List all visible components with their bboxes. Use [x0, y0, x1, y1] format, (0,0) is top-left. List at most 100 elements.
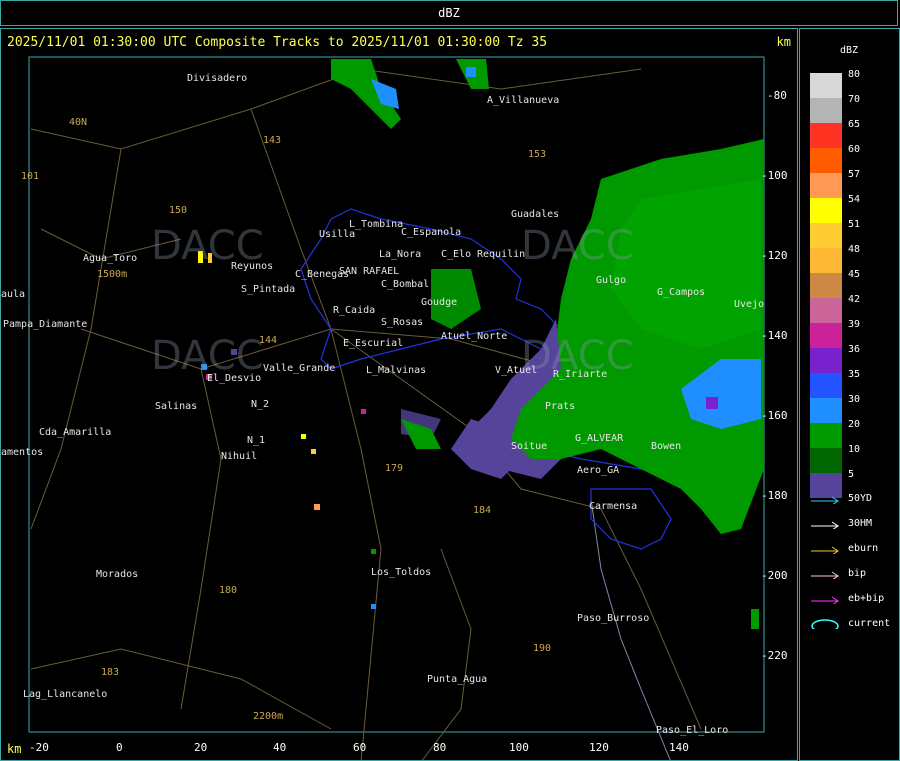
scale-label: 65	[848, 119, 861, 130]
scale-swatch	[810, 173, 842, 198]
scale-label: 20	[848, 419, 861, 430]
scale-swatch	[810, 123, 842, 148]
place-label: La_Nora	[379, 249, 422, 260]
scale-label: 10	[848, 444, 861, 455]
place-label: Divisadero	[187, 73, 248, 84]
place-label: Atuel_Norte	[441, 331, 508, 342]
scale-swatch	[810, 223, 842, 248]
y-tick: -160	[761, 409, 788, 422]
scale-swatch	[810, 373, 842, 398]
scale-swatch	[810, 448, 842, 473]
place-label: S_Pintada	[241, 284, 296, 295]
y-tick: -180	[761, 489, 788, 502]
scale-swatch	[810, 298, 842, 323]
place-label: Requilin	[477, 249, 526, 260]
place-label: Guadales	[511, 209, 560, 220]
place-label: C_Elo	[441, 249, 472, 260]
track-name: 50YD	[848, 493, 873, 504]
place-label: C_Espanola	[401, 227, 462, 238]
scale-swatch	[810, 323, 842, 348]
place-label: G_Campos	[657, 287, 706, 298]
route-label: 180	[219, 585, 238, 596]
place-label: Reyunos	[231, 261, 274, 272]
svg-text:DACC: DACC	[521, 223, 634, 269]
place-label: Carmensa	[589, 501, 638, 512]
place-label: A_Villanueva	[487, 95, 560, 106]
place-label: Bowen	[651, 441, 682, 452]
place-label: Aero_GA	[577, 465, 620, 476]
place-label: aula	[1, 289, 26, 300]
route-label: 184	[473, 505, 492, 516]
place-label: V_Atuel	[495, 365, 538, 376]
y-tick: -120	[761, 249, 788, 262]
track-name: bip	[848, 568, 867, 579]
x-tick: 100	[509, 741, 529, 754]
place-label: R_Caida	[333, 305, 376, 316]
route-label: 1500m	[97, 269, 128, 280]
track-arrow-icon	[811, 571, 839, 579]
radar-map-panel[interactable]: DACC DACC DACC DACC 2025/11/01 01:30:00 …	[0, 28, 798, 761]
route-label: 153	[528, 149, 547, 160]
place-label: Salinas	[155, 401, 198, 412]
scale-label: 35	[848, 369, 861, 380]
scale-swatch	[810, 348, 842, 373]
track-name: eb+bip	[848, 593, 885, 604]
scale-label: 70	[848, 94, 861, 105]
track-name: current	[848, 618, 891, 629]
track-arrow-icon	[811, 546, 839, 554]
route-label: 2200m	[253, 711, 284, 722]
color-scale	[810, 73, 842, 498]
x-tick: 60	[353, 741, 367, 754]
route-label: 144	[259, 335, 278, 346]
scale-label: 57	[848, 169, 861, 180]
route-label: 143	[263, 135, 282, 146]
place-label: Prats	[545, 401, 576, 412]
scale-label: 39	[848, 319, 861, 330]
scale-label: 54	[848, 194, 861, 205]
route-label: 40N	[69, 117, 88, 128]
x-tick: 140	[669, 741, 689, 754]
track-legend-item: 50YD	[810, 493, 872, 504]
scale-swatch	[810, 73, 842, 98]
place-label: Paso_Burroso	[577, 613, 650, 624]
radar-map[interactable]: DACC DACC DACC DACC	[1, 29, 798, 761]
place-label: Lag_Llancanelo	[23, 689, 108, 700]
place-label: SAN RAFAEL	[339, 266, 400, 277]
y-tick: -100	[761, 169, 788, 182]
place-label: G_ALVEAR	[575, 433, 624, 444]
route-label: 190	[533, 643, 552, 654]
x-tick: 40	[273, 741, 287, 754]
legend-title: dBZ	[840, 45, 859, 56]
composite-tracks-header: 2025/11/01 01:30:00 UTC Composite Tracks…	[7, 35, 548, 50]
place-label: Paso_El_Loro	[656, 725, 729, 736]
track-arrow-icon	[811, 496, 839, 504]
place-label: Soitue	[511, 441, 548, 452]
track-name: eburn	[848, 543, 879, 554]
scale-label: 42	[848, 294, 861, 305]
scale-swatch	[810, 273, 842, 298]
place-label: Uvejo	[734, 299, 765, 310]
x-tick: 120	[589, 741, 609, 754]
scale-swatch	[810, 98, 842, 123]
y-tick: -220	[761, 649, 788, 662]
track-arrow-icon	[811, 521, 839, 529]
y-tick: -80	[767, 89, 787, 102]
track-legend-item: bip	[810, 568, 866, 579]
place-label: Cda_Amarilla	[39, 427, 112, 438]
route-label: 150	[169, 205, 188, 216]
place-label: N_2	[251, 399, 270, 410]
scale-label: 5	[848, 469, 855, 480]
scale-swatch	[810, 398, 842, 423]
dbz-legend: dBZ 80 70 65 60 57 54 51 48 45 42 39 36 35 30 20 10 5 50…	[799, 28, 900, 761]
scale-swatch	[810, 198, 842, 223]
place-label: Usilla	[319, 229, 356, 240]
scale-label: 48	[848, 244, 861, 255]
place-label: Gulgo	[596, 275, 627, 286]
track-legend-item: 30HM	[810, 518, 872, 529]
x-tick: -20	[29, 741, 49, 754]
track-arrow-icon	[811, 596, 839, 604]
place-label: Nihuil	[221, 451, 258, 462]
route-label: 101	[21, 171, 40, 182]
place-label: L_Tombina	[349, 219, 404, 230]
scale-swatch	[810, 148, 842, 173]
